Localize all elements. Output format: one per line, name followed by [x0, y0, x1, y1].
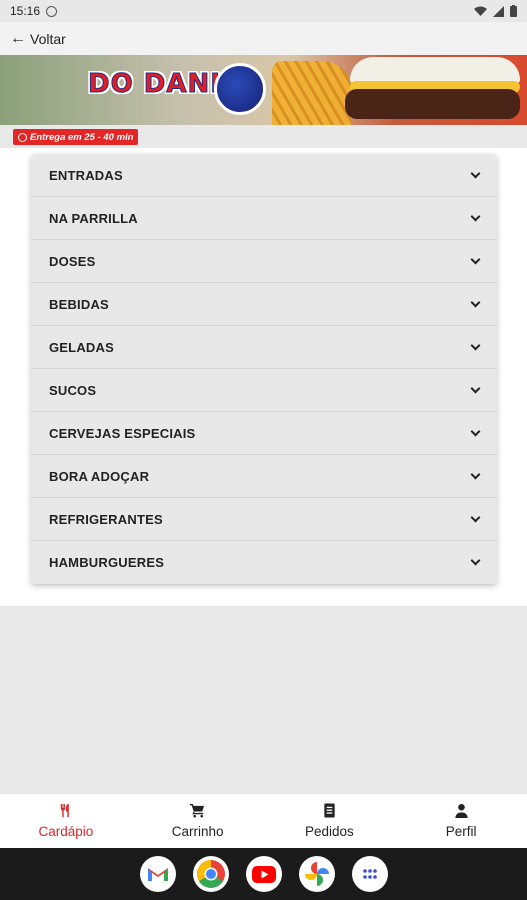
category-label: SUCOS — [49, 382, 97, 398]
category-accordion: ENTRADAS NA PARRILLA DOSES BEBIDAS GELAD… — [31, 154, 497, 584]
category-bora-adocar[interactable]: BORA ADOÇAR — [31, 455, 497, 498]
youtube-icon[interactable] — [245, 856, 282, 892]
chevron-down-icon — [470, 469, 481, 479]
category-hamburgueres[interactable]: HAMBURGUERES — [31, 541, 497, 584]
clock-icon — [18, 132, 27, 142]
category-refrigerantes[interactable]: REFRIGERANTES — [31, 498, 497, 541]
category-label: BORA ADOÇAR — [49, 468, 150, 484]
category-bebidas[interactable]: BEBIDAS — [31, 283, 497, 326]
fries-image — [272, 61, 352, 125]
nav-cardapio[interactable]: Cardápio — [0, 794, 132, 848]
brand-logo: DO DANI — [88, 69, 221, 100]
chevron-down-icon — [470, 383, 481, 393]
system-dock — [0, 848, 527, 900]
category-label: HAMBURGUERES — [49, 555, 165, 570]
app-drawer-icon[interactable] — [351, 856, 388, 892]
wifi-icon — [474, 6, 487, 16]
category-entradas[interactable]: ENTRADAS — [31, 154, 497, 197]
nav-carrinho[interactable]: Carrinho — [132, 794, 264, 848]
user-icon — [455, 803, 468, 818]
cart-icon — [190, 803, 205, 818]
category-label: ENTRADAS — [49, 167, 123, 183]
delivery-time-text: Entrega em 25 - 40 min — [30, 131, 134, 143]
notification-icon — [46, 5, 58, 17]
gmail-icon[interactable] — [139, 856, 176, 892]
chevron-down-icon — [470, 211, 481, 221]
nav-label: Pedidos — [304, 824, 354, 839]
category-sucos[interactable]: SUCOS — [31, 369, 497, 412]
category-label: CERVEJAS ESPECIAIS — [49, 425, 196, 441]
category-label: GELADAS — [49, 339, 114, 355]
chrome-icon[interactable] — [192, 856, 229, 892]
category-doses[interactable]: DOSES — [31, 240, 497, 283]
nav-pedidos[interactable]: Pedidos — [264, 794, 396, 848]
photos-icon[interactable] — [298, 856, 335, 892]
category-cervejas-especiais[interactable]: CERVEJAS ESPECIAIS — [31, 412, 497, 455]
status-time: 15:16 — [10, 4, 41, 18]
bottom-navigation: Cardápio Carrinho Pedidos Perfil — [0, 794, 527, 848]
category-geladas[interactable]: GELADAS — [31, 326, 497, 369]
category-label: BEBIDAS — [49, 296, 109, 312]
burger-patty-image — [345, 89, 520, 119]
nav-label: Carrinho — [171, 824, 224, 839]
receipt-icon — [324, 803, 335, 818]
category-label: NA PARRILLA — [49, 210, 138, 226]
burger-bun-image — [350, 57, 520, 83]
nav-label: Perfil — [445, 824, 477, 839]
status-icons — [474, 5, 517, 17]
delivery-time-badge: Entrega em 25 - 40 min — [13, 129, 139, 145]
battery-icon — [510, 5, 517, 17]
back-label: Voltar — [30, 30, 66, 47]
chevron-down-icon — [470, 340, 481, 350]
store-banner: DO DANI — [0, 55, 527, 125]
back-button[interactable]: ← Voltar — [0, 22, 527, 55]
signal-icon — [493, 5, 504, 17]
chevron-down-icon — [470, 426, 481, 436]
utensils-icon — [61, 803, 70, 818]
arrow-left-icon: ← — [10, 29, 26, 47]
nav-perfil[interactable]: Perfil — [395, 794, 527, 848]
chevron-down-icon — [470, 555, 481, 566]
category-label: DOSES — [49, 253, 96, 269]
chevron-down-icon — [470, 168, 481, 178]
nav-label: Cardápio — [38, 824, 94, 839]
chevron-down-icon — [470, 254, 481, 264]
mascot-image — [214, 63, 266, 115]
chevron-down-icon — [470, 512, 481, 522]
category-label: REFRIGERANTES — [49, 511, 163, 527]
category-na-parrilla[interactable]: NA PARRILLA — [31, 197, 497, 240]
chevron-down-icon — [470, 297, 481, 307]
status-bar: 15:16 — [0, 0, 527, 22]
